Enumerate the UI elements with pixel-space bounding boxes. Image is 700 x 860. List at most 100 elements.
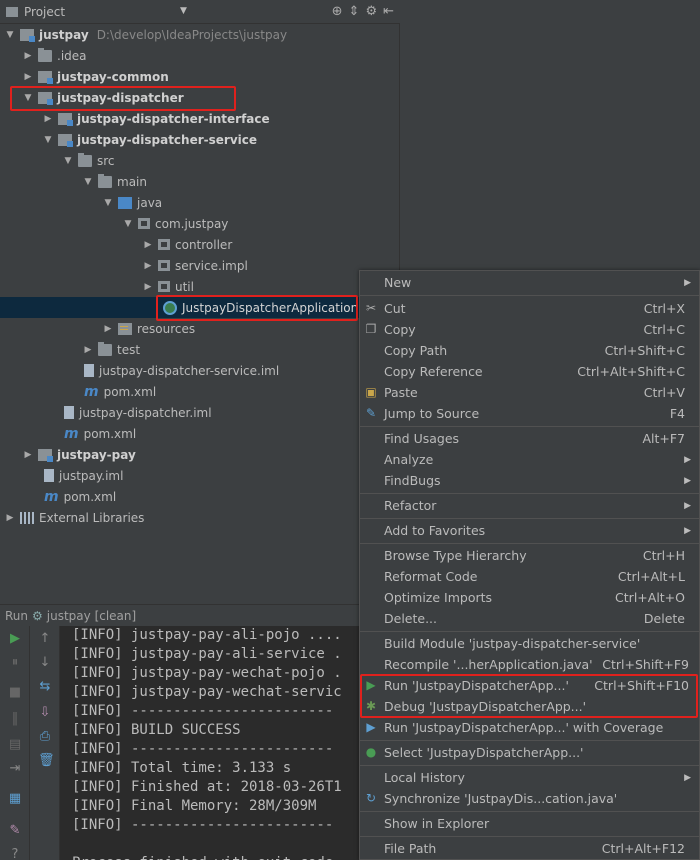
gear-icon[interactable]: ⚙ [365, 4, 377, 19]
collapse-arrow-icon[interactable]: ▶ [82, 345, 94, 355]
menu-item-find-usages[interactable]: Find Usages Alt+F7 [360, 428, 699, 449]
highlight-box-dispatcher [10, 86, 236, 111]
exit-icon[interactable]: ⇥ [8, 762, 22, 776]
tree-item-main[interactable]: ▼ main [0, 171, 400, 192]
tree-item-service-pom[interactable]: m pom.xml [0, 381, 400, 402]
layout-icon[interactable]: ▦ [8, 792, 22, 806]
collapse-icon[interactable]: ⇕ [349, 4, 360, 19]
tree-item-java[interactable]: ▼ java [0, 192, 400, 213]
tree-item-dispatcher-iml[interactable]: justpay-dispatcher.iml [0, 402, 400, 423]
expand-icon[interactable]: ▼ [42, 135, 54, 145]
help-icon[interactable]: ? [8, 848, 22, 860]
run-tab-label[interactable]: Run [5, 609, 28, 623]
menu-item-paste[interactable]: ▣ Paste Ctrl+V [360, 382, 699, 403]
menu-item-browse-type-hierarchy[interactable]: Browse Type Hierarchy Ctrl+H [360, 545, 699, 566]
run-config-label[interactable]: justpay [clean] [47, 609, 136, 623]
expand-icon[interactable]: ▼ [102, 198, 114, 208]
menu-item-add-to-favorites[interactable]: Add to Favorites ▶ [360, 520, 699, 541]
menu-item-copy-reference[interactable]: Copy Reference Ctrl+Alt+Shift+C [360, 361, 699, 382]
tree-item-service-iml[interactable]: justpay-dispatcher-service.iml [0, 360, 400, 381]
menu-item-select[interactable]: ● Select 'JustpayDispatcherApp...' [360, 742, 699, 763]
menu-item-file-path[interactable]: File Path Ctrl+Alt+F12 [360, 838, 699, 859]
menu-separator [360, 765, 699, 766]
tree-item-root-iml[interactable]: justpay.iml [0, 465, 400, 486]
console-line: [INFO] Total time: 3.133 s [72, 760, 292, 776]
collapse-arrow-icon[interactable]: ▶ [42, 114, 54, 124]
menu-item-build-module[interactable]: Build Module 'justpay-dispatcher-service… [360, 633, 699, 654]
menu-item-cut[interactable]: ✂ Cut Ctrl+X [360, 298, 699, 319]
console-output[interactable]: [INFO] justpay-pay-ali-pojo .... [INFO] j… [60, 626, 360, 860]
menu-item-copy-path[interactable]: Copy Path Ctrl+Shift+C [360, 340, 699, 361]
menu-item-findbugs[interactable]: FindBugs ▶ [360, 470, 699, 491]
expand-icon[interactable]: ▼ [82, 177, 94, 187]
menu-item-optimize-imports[interactable]: Optimize Imports Ctrl+Alt+O [360, 587, 699, 608]
pin-icon[interactable]: ✎ [8, 824, 22, 838]
tree-item-src[interactable]: ▼ src [0, 150, 400, 171]
expand-icon[interactable]: ▼ [62, 156, 74, 166]
collapse-arrow-icon[interactable]: ▶ [142, 261, 154, 271]
collapse-arrow-icon[interactable]: ▶ [4, 513, 16, 523]
console-line: [INFO] justpay-pay-ali-pojo .... [72, 627, 342, 643]
expand-icon[interactable]: ▼ [122, 219, 134, 229]
tree-item-root[interactable]: ▼ justpay D:\develop\IdeaProjects\justpa… [0, 24, 400, 45]
menu-item-local-history[interactable]: Local History ▶ [360, 767, 699, 788]
menu-item-show-in-explorer[interactable]: Show in Explorer [360, 813, 699, 834]
menu-item-delete[interactable]: Delete... Delete [360, 608, 699, 629]
collapse-arrow-icon[interactable]: ▶ [142, 282, 154, 292]
expand-icon[interactable]: ▼ [4, 30, 16, 40]
tree-item-controller[interactable]: ▶ controller [0, 234, 400, 255]
tree-item-common[interactable]: ▶ justpay-common [0, 66, 400, 87]
tree-item-dispatcher-service[interactable]: ▼ justpay-dispatcher-service [0, 129, 400, 150]
tree-item-resources[interactable]: ▶ resources [0, 318, 400, 339]
tree-item-dispatcher-interface[interactable]: ▶ justpay-dispatcher-interface [0, 108, 400, 129]
view-dropdown-icon[interactable]: ▼ [180, 6, 187, 16]
tree-item-util[interactable]: ▶ util [0, 276, 400, 297]
tree-item-test[interactable]: ▶ test [0, 339, 400, 360]
dump-icon[interactable]: ▤ [8, 738, 22, 752]
menu-item-new[interactable]: New ▶ [360, 272, 699, 293]
down-arrow-icon[interactable]: ↓ [38, 656, 52, 670]
locate-icon[interactable]: ⊕ [332, 4, 343, 19]
menu-item-reformat-code[interactable]: Reformat Code Ctrl+Alt+L [360, 566, 699, 587]
trash-icon[interactable]: 🗑 [38, 754, 55, 768]
folder-icon [78, 152, 92, 167]
collapse-arrow-icon[interactable]: ▶ [142, 240, 154, 250]
up-arrow-icon[interactable]: ↑ [38, 632, 52, 646]
hide-icon[interactable]: ⇤ [383, 4, 394, 19]
tree-item-com-justpay[interactable]: ▼ com.justpay [0, 213, 400, 234]
menu-item-synchronize[interactable]: ↻ Synchronize 'JustpayDis...cation.java' [360, 788, 699, 809]
console-line: [INFO] justpay-pay-wechat-pojo . [72, 665, 342, 681]
print-icon[interactable]: ⎙ [38, 730, 52, 744]
jump-icon: ✎ [365, 406, 377, 420]
collapse-arrow-icon[interactable]: ▶ [22, 51, 34, 61]
scroll-end-icon[interactable]: ⇩ [38, 706, 52, 720]
folder-icon [38, 47, 52, 62]
pause-icon[interactable]: ⏸ [8, 656, 22, 670]
menu-item-refactor[interactable]: Refactor ▶ [360, 495, 699, 516]
tree-item-idea[interactable]: ▶ .idea [0, 45, 400, 66]
menu-item-copy[interactable]: ❐ Copy Ctrl+C [360, 319, 699, 340]
tree-item-external-libraries[interactable]: ▶ External Libraries [0, 507, 400, 528]
menu-separator [360, 631, 699, 632]
soft-wrap-icon[interactable]: ⇆ [38, 680, 52, 694]
menu-item-jump-to-source[interactable]: ✎ Jump to Source F4 [360, 403, 699, 424]
iml-file-icon [64, 406, 74, 419]
collapse-arrow-icon[interactable]: ▶ [22, 72, 34, 82]
maven-icon: m [84, 383, 99, 400]
menu-separator [360, 543, 699, 544]
collapse-arrow-icon[interactable]: ▶ [102, 324, 114, 334]
tree-item-pay[interactable]: ▶ justpay-pay [0, 444, 400, 465]
project-panel-title[interactable]: Project [24, 5, 65, 19]
menu-item-run-with-coverage[interactable]: ▶ Run 'JustpayDispatcherApp...' with Cove… [360, 717, 699, 738]
rerun-icon[interactable]: ▶ [8, 632, 22, 646]
stop-icon[interactable]: ■ [8, 686, 22, 700]
menu-item-recompile[interactable]: Recompile '...herApplication.java' Ctrl+S… [360, 654, 699, 675]
tree-item-service-impl[interactable]: ▶ service.impl [0, 255, 400, 276]
tree-item-dispatcher-pom[interactable]: m pom.xml [0, 423, 400, 444]
menu-separator [360, 740, 699, 741]
menu-item-analyze[interactable]: Analyze ▶ [360, 449, 699, 470]
source-folder-icon [118, 196, 132, 209]
pause-output-icon[interactable]: ‖ [8, 712, 22, 726]
tree-item-root-pom[interactable]: m pom.xml [0, 486, 400, 507]
collapse-arrow-icon[interactable]: ▶ [22, 450, 34, 460]
